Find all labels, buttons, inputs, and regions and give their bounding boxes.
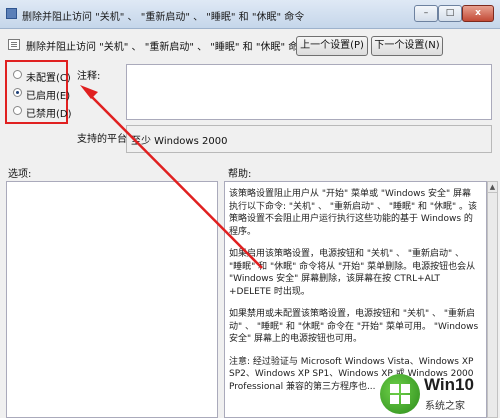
arrow-shaft xyxy=(87,92,263,269)
arrow-head xyxy=(80,85,98,99)
annotation-arrow xyxy=(80,85,263,269)
watermark-subtitle: 系统之家 xyxy=(425,401,465,412)
windows-logo-icon xyxy=(380,374,420,414)
watermark: Win10 系统之家 xyxy=(380,373,500,418)
watermark-title: Win10 xyxy=(424,375,474,394)
